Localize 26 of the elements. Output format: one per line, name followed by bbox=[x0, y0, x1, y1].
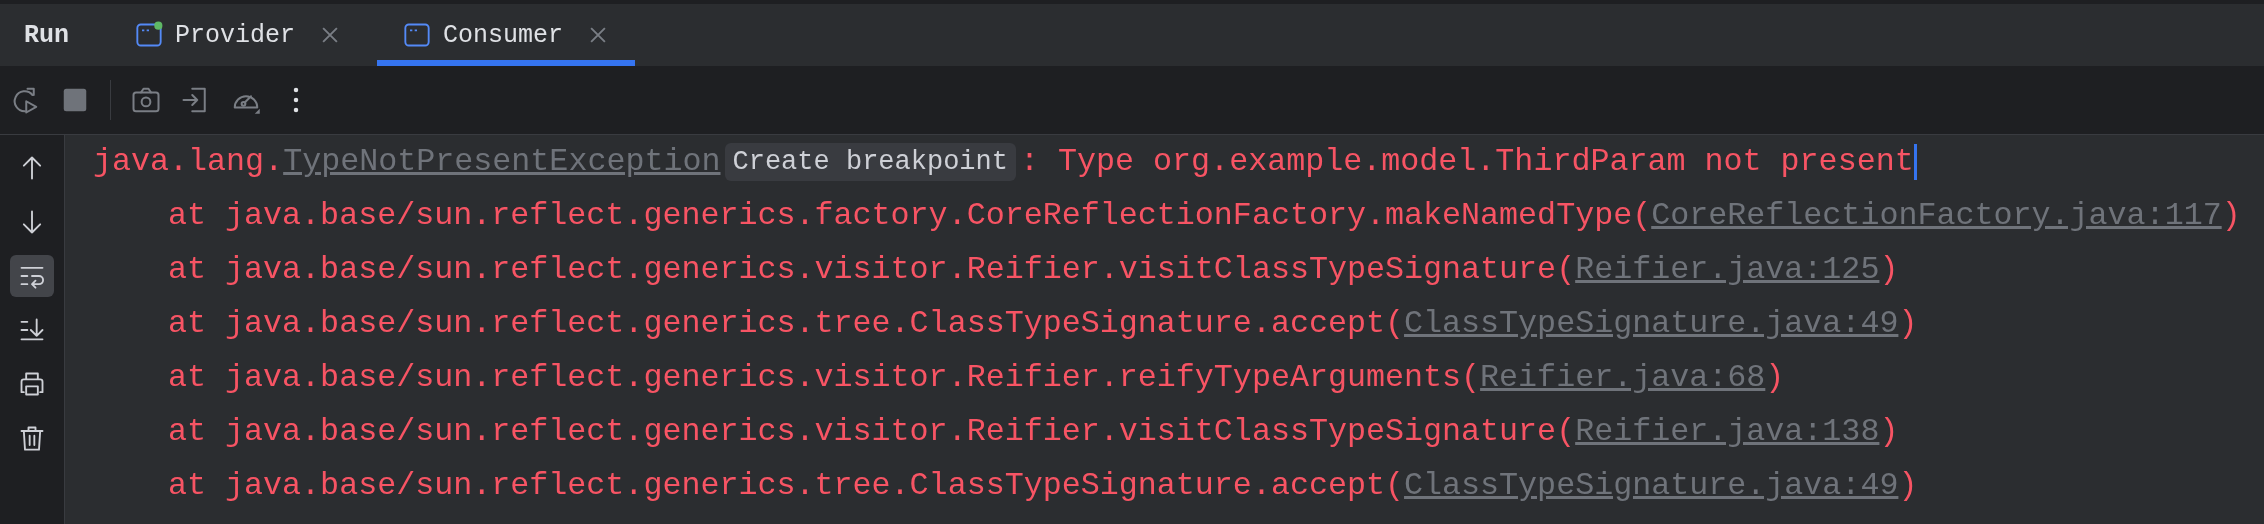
create-breakpoint-hint[interactable]: Create breakpoint bbox=[724, 143, 1016, 181]
text-cursor bbox=[1913, 144, 1917, 180]
source-link[interactable]: ClassTypeSignature.java:49 bbox=[1404, 468, 1899, 504]
source-link[interactable]: Reifier.java:138 bbox=[1575, 414, 1880, 450]
camera-icon[interactable] bbox=[131, 85, 161, 115]
source-link[interactable]: Reifier.java:125 bbox=[1575, 252, 1880, 288]
soft-wrap-button[interactable] bbox=[10, 255, 54, 297]
stack-frame-line: at java.base/sun.reflect.generics.factory.CoreReflectionFactory.makeNamedType(CoreReflectionFactory.java:117) bbox=[167, 197, 2242, 236]
panel-title: Run bbox=[24, 20, 69, 50]
stack-frame-line: at java.base/sun.reflect.generics.tree.ClassTypeSignature.accept(ClassTypeSignature.java:49) bbox=[167, 305, 1919, 344]
exception-link[interactable]: TypeNotPresentException bbox=[283, 135, 721, 189]
printer-icon bbox=[18, 370, 46, 398]
source-link[interactable]: ClassTypeSignature.java:49 bbox=[1404, 306, 1899, 342]
exception-prefix: java.lang. bbox=[93, 143, 284, 182]
stack-frame-line: at java.base/sun.reflect.generics.tree.ClassTypeSignature.accept(ClassTypeSignature.java:49) bbox=[167, 467, 1919, 506]
stack-frame-line: at java.base/sun.reflect.generics.visitor.Reifier.reifyTypeArguments(Reifier.java:68) bbox=[167, 359, 1786, 398]
tab[interactable]: Consumer bbox=[377, 4, 636, 66]
tab[interactable]: Provider bbox=[109, 4, 368, 66]
source-link[interactable]: Reifier.java:68 bbox=[1480, 360, 1766, 396]
stack-frame-line: at java.base/sun.reflect.generics.visitor.Reifier.visitClassTypeSignature(Reifier.java:125) bbox=[167, 251, 1900, 290]
trash-icon bbox=[18, 424, 46, 452]
source-link[interactable]: CoreReflectionFactory.java:117 bbox=[1651, 198, 2222, 234]
stack-frame-line: at java.base/sun.reflect.generics.visitor.Reifier.visitClassTypeSignature(Reifier.java:138) bbox=[167, 413, 1900, 452]
window-icon bbox=[135, 21, 163, 49]
exception-message: : Type org.example.model.ThirdParam not present bbox=[1019, 143, 1914, 182]
window-icon bbox=[403, 21, 432, 49]
